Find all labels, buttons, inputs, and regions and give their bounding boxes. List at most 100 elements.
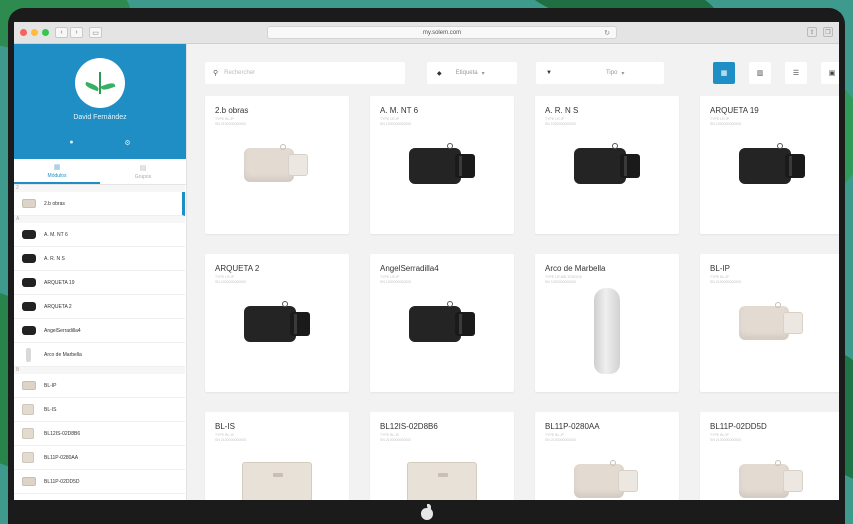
back-icon[interactable]: ‹: [55, 27, 68, 38]
card-sn: 1000000000000: [385, 122, 412, 126]
device-thumb: [22, 199, 36, 208]
card-sn: 2100000000000: [550, 438, 577, 442]
profile-header: David Fernández ● ⚙: [14, 44, 186, 159]
share-icon[interactable]: ⇪: [807, 27, 817, 37]
card-meta: TYPE LR-IP SN 1000000000000: [380, 117, 412, 126]
type-filter-label: Tipo: [605, 70, 618, 76]
device-thumb: [22, 404, 34, 415]
browser-chrome: ‹ › ▭ my.solem.com ↻ ⇪ ❐: [14, 22, 839, 44]
view-grid-small-button[interactable]: ▥: [749, 62, 771, 84]
card-title: ARQUETA 2: [215, 264, 260, 273]
laptop-frame: ‹ › ▭ my.solem.com ↻ ⇪ ❐ David Fernández: [8, 8, 845, 524]
card-meta: TYPE LR-IP SN 1000000000000: [710, 117, 742, 126]
view-map-button[interactable]: ▣: [821, 62, 839, 84]
card-meta: TYPE BL-IP SN 2100000000000: [215, 117, 247, 126]
toolbar: ⚲ Rechercher ◆ Etiqueta ▾ ▼ Tipo ▾ ▦ ▥ ☰…: [205, 62, 839, 84]
list-item[interactable]: A. M. NT 6: [14, 223, 185, 247]
device-list: 2 2.b obras A A. M. NT 6 A. R. N S ARQUE…: [14, 185, 185, 494]
list-item[interactable]: 2.b obras: [14, 192, 185, 216]
list-item[interactable]: A. R. N S: [14, 247, 185, 271]
user-icon[interactable]: ●: [69, 139, 73, 147]
device-thumb: [26, 347, 31, 362]
device-card[interactable]: BL-IS TYPE BL-IS SN 2100000000000: [205, 412, 349, 500]
device-card[interactable]: A. M. NT 6 TYPE LR-IP SN 1000000000000: [370, 96, 514, 234]
card-meta: TYPE LR-MB-TOSOOK SN 1000000000000: [545, 275, 583, 284]
device-thumb: [22, 302, 36, 311]
view-list-button[interactable]: ☰: [785, 62, 807, 84]
card-sn: 2100000000000: [220, 438, 247, 442]
reload-icon[interactable]: ↻: [604, 29, 610, 37]
grid-small-icon: ▥: [756, 70, 764, 77]
list-item[interactable]: Arco de Marbella: [14, 343, 185, 367]
card-meta: TYPE LR-IP SN 1000000000000: [545, 117, 577, 126]
list-item[interactable]: ARQUETA 19: [14, 271, 185, 295]
device-card[interactable]: AngelSerradilla4 TYPE LR-IP SN 1000000000…: [370, 254, 514, 392]
maximize-window-button[interactable]: [42, 29, 49, 36]
device-card[interactable]: Arco de Marbella TYPE LR-MB-TOSOOK SN 100…: [535, 254, 679, 392]
tab-groups[interactable]: ▤ Grupos: [100, 159, 186, 184]
device-image: [739, 143, 805, 184]
card-title: 2.b obras: [215, 106, 249, 115]
device-card[interactable]: 2.b obras TYPE BL-IP SN 2100000000000: [205, 96, 349, 234]
device-image: [739, 460, 805, 500]
tabs-icon[interactable]: ❐: [823, 27, 833, 37]
tag-icon: ◆: [437, 70, 442, 77]
device-label: BL11P-0280AA: [44, 454, 79, 461]
url-text: my.solem.com: [422, 29, 462, 36]
list-item[interactable]: BL11P-02DD5D: [14, 470, 185, 494]
device-label: A. R. N S: [44, 255, 65, 262]
tab-modules[interactable]: ▦ Módulos: [14, 159, 100, 184]
device-label: BL-IS: [44, 406, 57, 413]
device-image: [244, 301, 310, 342]
device-card[interactable]: BL12IS-02D8B6 TYPE BL-IS SN 2100000000000: [370, 412, 514, 500]
tag-filter-dropdown[interactable]: ◆ Etiqueta ▾: [427, 62, 517, 84]
device-card[interactable]: ARQUETA 19 TYPE LR-IP SN 1000000000000: [700, 96, 839, 234]
card-type: LR-IP: [555, 117, 565, 121]
device-card[interactable]: BL-IP TYPE BL-IP SN 2100000000000: [700, 254, 839, 392]
device-label: 2.b obras: [44, 200, 65, 207]
list-item[interactable]: ARQUETA 2: [14, 295, 185, 319]
card-title: A. R. N S: [545, 106, 579, 115]
map-icon: ▣: [828, 70, 836, 77]
device-label: BL12IS-02D8B6: [44, 430, 81, 437]
card-type: LR-IP: [225, 275, 235, 279]
list-item[interactable]: BL12IS-02D8B6: [14, 422, 185, 446]
device-thumb: [22, 254, 36, 263]
card-meta: TYPE LR-IP SN 1000000000000: [380, 275, 412, 284]
card-sn: 2100000000000: [715, 438, 742, 442]
grid-large-icon: ▦: [720, 70, 728, 77]
groups-icon: ▤: [139, 164, 147, 172]
card-meta: TYPE BL-IP SN 2100000000000: [710, 433, 742, 442]
device-label: BL11P-02DD5D: [44, 478, 80, 485]
card-meta: TYPE LR-IP SN 1000000000000: [215, 275, 247, 284]
card-title: BL12IS-02D8B6: [380, 422, 438, 431]
username: David Fernández: [73, 114, 127, 121]
close-window-button[interactable]: [20, 29, 27, 36]
device-image: [407, 462, 477, 500]
device-image: [409, 301, 475, 342]
device-card[interactable]: BL11P-0280AA TYPE BL-IP SN 2100000000000: [535, 412, 679, 500]
list-item[interactable]: BL-IP: [14, 374, 185, 398]
type-filter-dropdown[interactable]: ▼ Tipo ▾: [536, 62, 664, 84]
card-sn: 2100000000000: [220, 122, 247, 126]
list-item[interactable]: AngelSerradilla4: [14, 319, 185, 343]
search-input[interactable]: ⚲ Rechercher: [205, 62, 405, 84]
settings-icon[interactable]: ⚙: [124, 139, 130, 147]
device-card[interactable]: ARQUETA 2 TYPE LR-IP SN 1000000000000: [205, 254, 349, 392]
main-content: ⚲ Rechercher ◆ Etiqueta ▾ ▼ Tipo ▾ ▦ ▥ ☰…: [187, 44, 839, 500]
avatar[interactable]: [75, 58, 125, 108]
device-card[interactable]: A. R. N S TYPE LR-IP SN 1000000000000: [535, 96, 679, 234]
card-meta: TYPE BL-IP SN 2100000000000: [545, 433, 577, 442]
forward-icon[interactable]: ›: [70, 27, 83, 38]
list-item[interactable]: BL11P-0280AA: [14, 446, 185, 470]
minimize-window-button[interactable]: [31, 29, 38, 36]
view-grid-large-button[interactable]: ▦: [713, 62, 735, 84]
list-item[interactable]: BL-IS: [14, 398, 185, 422]
card-sn: 1000000000000: [220, 280, 247, 284]
device-image: [739, 302, 805, 342]
device-label: ARQUETA 2: [44, 303, 72, 310]
address-bar[interactable]: my.solem.com ↻: [267, 26, 617, 39]
device-card[interactable]: BL11P-02DD5D TYPE BL-IP SN 2100000000000: [700, 412, 839, 500]
sidebar-toggle-icon[interactable]: ▭: [89, 27, 102, 38]
card-type: BL-IS: [225, 433, 234, 437]
